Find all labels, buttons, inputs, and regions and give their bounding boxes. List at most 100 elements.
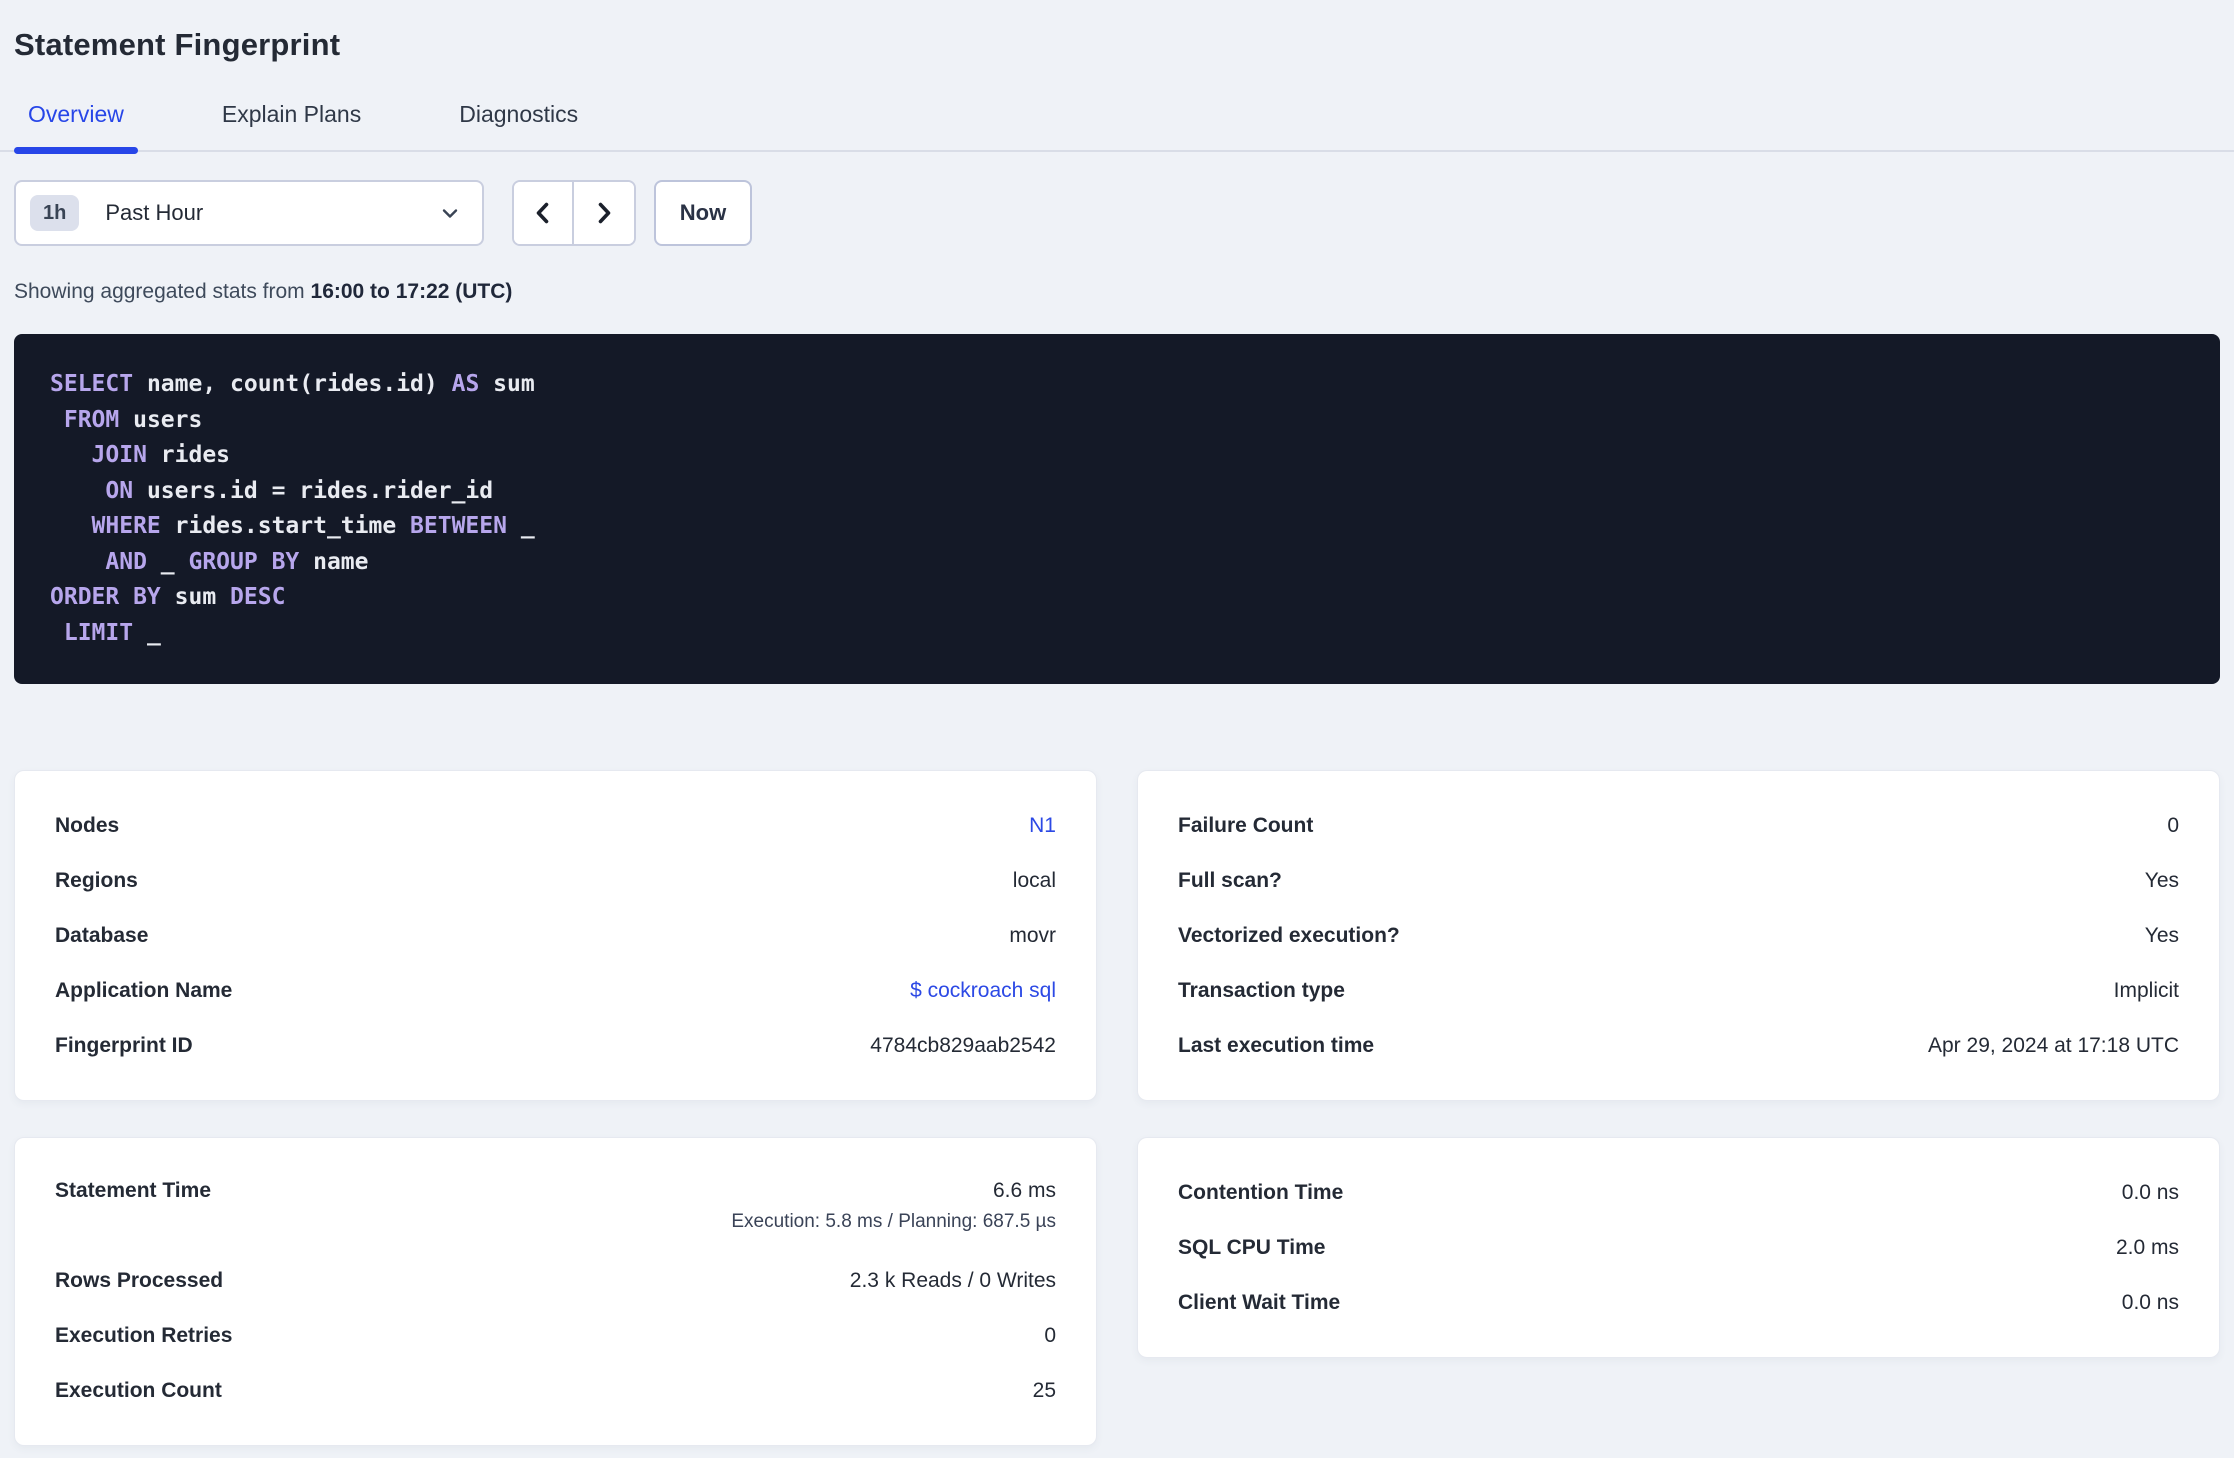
sql-line: ON users.id = rides.rider_id — [50, 474, 2184, 510]
row-label: Database — [55, 923, 149, 947]
tab-overview[interactable]: Overview — [14, 101, 138, 154]
row-value: movr — [1009, 923, 1056, 947]
execution-attributes-card: Failure Count 0 Full scan? Yes Vectorized ex… — [1137, 770, 2220, 1101]
chevron-left-icon — [536, 202, 549, 224]
card-row: Transaction type Implicit — [1178, 963, 2179, 1018]
row-value: local — [1012, 868, 1056, 892]
card-row: Vectorized execution? Yes — [1178, 908, 2179, 963]
row-label: Failure Count — [1178, 813, 1314, 837]
sql-text: rides.start_time — [160, 513, 411, 539]
row-value-link[interactable]: N1 — [1029, 814, 1056, 838]
row-value: Implicit — [2113, 978, 2179, 1002]
card-row: Execution Retries 0 — [55, 1308, 1056, 1363]
sql-line: JOIN rides — [50, 438, 2184, 474]
card-row: Fingerprint ID 4784cb829aab2542 — [55, 1018, 1056, 1073]
sql-keyword: WHERE — [91, 513, 161, 539]
row-label: Execution Retries — [55, 1323, 233, 1347]
row-label: Contention Time — [1178, 1180, 1344, 1204]
row-value: 0 — [1044, 1323, 1056, 1347]
card-row: Execution Count 25 — [55, 1363, 1056, 1418]
row-value-stack: 2.0 ms — [2116, 1236, 2179, 1260]
sql-keyword: SELECT — [50, 371, 134, 397]
row-value: 2.0 ms — [2115, 1235, 2179, 1259]
sql-keyword: JOIN — [91, 442, 147, 468]
row-value-stack: Implicit — [2114, 979, 2179, 1003]
time-interval-dropdown[interactable]: 1h Past Hour — [14, 180, 484, 246]
aggregated-stats-range: 16:00 to 17:22 (UTC) — [310, 280, 513, 303]
sql-keyword: ON — [105, 477, 134, 504]
tab-diagnostics[interactable]: Diagnostics — [445, 101, 592, 150]
card-row: Nodes N1 — [55, 798, 1056, 853]
row-label: Last execution time — [1178, 1033, 1375, 1057]
row-value: 2.3 k Reads / 0 Writes — [849, 1268, 1056, 1292]
chevron-right-icon — [598, 202, 611, 224]
row-label: Execution Count — [55, 1378, 222, 1402]
row-subvalue: Execution: 5.8 ms / Planning: 687.5 µs — [731, 1211, 1056, 1232]
card-row: Failure Count 0 — [1178, 798, 2179, 853]
row-label: Nodes — [55, 813, 120, 837]
sql-text: sum — [160, 584, 231, 610]
page-title: Statement Fingerprint — [14, 27, 341, 62]
statement-fingerprint-page: Statement Fingerprint Overview Explain Pl… — [0, 0, 2234, 1458]
row-value-stack: 0 — [1044, 1324, 1056, 1348]
statement-timing-card: Statement Time 6.6 ms Execution: 5.8 ms / … — [14, 1137, 1097, 1446]
row-value-stack: 0 — [2167, 814, 2179, 838]
sql-text: name, count(rides.id) — [133, 371, 452, 397]
row-value: 0 — [2167, 813, 2179, 837]
sql-keyword: AND — [105, 548, 147, 575]
row-value-stack: Yes — [2145, 924, 2179, 948]
row-value-stack: 25 — [1033, 1379, 1056, 1403]
row-value-link[interactable]: $ cockroach sql — [910, 979, 1056, 1003]
row-value: Yes — [2144, 923, 2179, 947]
row-label: Application Name — [55, 978, 233, 1002]
row-label: Full scan? — [1178, 868, 1282, 892]
chevron-down-icon — [442, 209, 458, 218]
row-value-stack: 6.6 ms Execution: 5.8 ms / Planning: 687.… — [731, 1179, 1056, 1233]
sql-line: LIMIT _ — [50, 616, 2184, 652]
row-label: Statement Time — [55, 1179, 211, 1202]
row-value: 25 — [1032, 1378, 1056, 1402]
card-row: Last execution time Apr 29, 2024 at 17:18… — [1178, 1018, 2179, 1073]
sql-line: ORDER BY sum DESC — [50, 580, 2184, 616]
sql-keyword: LIMIT — [63, 619, 134, 646]
sql-keyword: FROM — [63, 406, 120, 433]
sql-keyword: AS — [451, 371, 480, 397]
row-label: Fingerprint ID — [55, 1033, 193, 1057]
row-label: Rows Processed — [55, 1268, 224, 1292]
tab-bar: Overview Explain Plans Diagnostics — [0, 101, 2234, 154]
now-button[interactable]: Now — [654, 180, 752, 246]
card-row: Application Name $ cockroach sql — [55, 963, 1056, 1018]
next-time-button[interactable] — [574, 182, 634, 244]
row-value-stack: local — [1013, 869, 1056, 893]
row-value-stack: 4784cb829aab2542 — [870, 1034, 1056, 1058]
row-value-stack: Yes — [2145, 869, 2179, 893]
sql-text: _ — [506, 513, 535, 539]
sql-line: AND _ GROUP BY name — [50, 545, 2184, 581]
sql-text: sum — [479, 371, 535, 397]
row-label: Vectorized execution? — [1178, 923, 1400, 947]
row-value: 0.0 ns — [2121, 1180, 2179, 1204]
previous-time-button[interactable] — [514, 182, 574, 244]
row-label: Regions — [55, 868, 138, 892]
resource-timing-card: Contention Time 0.0 ns SQL CPU Time 2.0 ms C… — [1137, 1137, 2220, 1358]
row-value-stack: N1 — [1029, 814, 1056, 838]
row-label: Client Wait Time — [1178, 1290, 1341, 1314]
tab-explain-plans[interactable]: Explain Plans — [208, 101, 375, 150]
row-value: 6.6 ms — [992, 1179, 1056, 1202]
time-step-button-group — [512, 180, 636, 246]
sql-line: SELECT name, count(rides.id) AS sum — [50, 367, 2184, 403]
row-value-stack: $ cockroach sql — [910, 979, 1056, 1003]
card-row: Contention Time 0.0 ns — [1178, 1165, 2179, 1220]
card-row: Regions local — [55, 853, 1056, 908]
statement-summary-card: Nodes N1 Regions local Database movr Applicati… — [14, 770, 1097, 1101]
row-value-stack: 0.0 ns — [2122, 1291, 2179, 1315]
sql-line: WHERE rides.start_time BETWEEN _ — [50, 509, 2184, 545]
time-interval-badge: 1h — [30, 195, 80, 231]
card-row: SQL CPU Time 2.0 ms — [1178, 1220, 2179, 1275]
card-row: Rows Processed 2.3 k Reads / 0 Writes — [55, 1253, 1056, 1308]
